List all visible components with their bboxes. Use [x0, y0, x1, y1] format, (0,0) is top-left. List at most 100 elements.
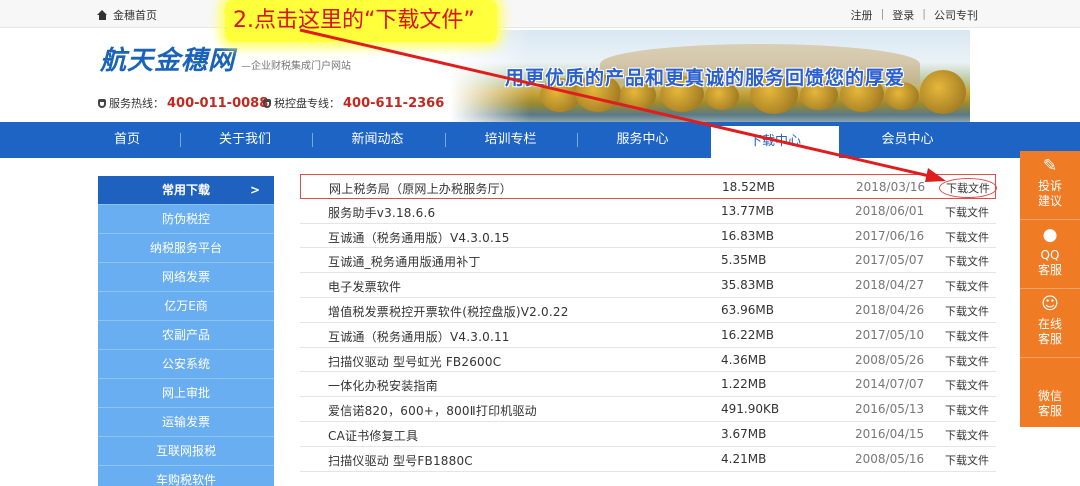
file-name[interactable]: 扫描仪驱动 型号FB1880C: [328, 452, 473, 469]
separator: |: [880, 7, 885, 20]
file-name[interactable]: CA证书修复工具: [328, 427, 418, 444]
register-link[interactable]: 注册: [851, 7, 873, 23]
float-divider: [1020, 357, 1080, 358]
nav-separator: [577, 133, 578, 147]
nav-about[interactable]: 关于我们: [195, 122, 295, 158]
site-logo[interactable]: 航天金穗网 —企业财税集成门户网站: [100, 40, 351, 77]
headset-icon: ☺: [1041, 294, 1059, 314]
file-name[interactable]: 增值税发票税控开票软件(税控盘版)V2.0.22: [328, 303, 569, 320]
file-size: 16.83MB: [721, 228, 774, 243]
service-hotline: 服务热线： 400-011-0088: [98, 95, 268, 111]
nav-download-center[interactable]: 下载中心: [711, 126, 839, 158]
tax-hotline-label: 税控盘专线：: [274, 97, 340, 110]
file-name[interactable]: 爱信诺820，600+，800Ⅱ打印机驱动: [328, 402, 537, 419]
company-journal-link[interactable]: 公司专刊: [934, 7, 978, 23]
sidebar-item-label: 常用下载: [161, 183, 210, 197]
file-date: 2018/04/27: [855, 278, 925, 293]
banner-slogan: 用更优质的产品和更真诚的服务回馈您的厚爱: [505, 67, 906, 89]
download-row: 互诚通（税务通用版）V4.3.0.11 16.22MB 2017/05/10 下…: [300, 323, 996, 348]
sidebar-item-online-approval[interactable]: 网上审批: [98, 379, 274, 408]
sidebar-item-vehicle-tax-software[interactable]: 车购税软件: [98, 466, 274, 486]
sidebar-item-agri-products[interactable]: 农副产品: [98, 321, 274, 350]
sidebar-item-public-security[interactable]: 公安系统: [98, 350, 274, 379]
hotline-number: 400-011-0088: [167, 95, 269, 111]
home-link-label: 金穗首页: [113, 9, 157, 22]
float-divider: [1020, 219, 1080, 220]
nav-member-center[interactable]: 会员中心: [860, 122, 955, 158]
file-size: 4.21MB: [721, 451, 767, 466]
file-date: 2017/05/10: [855, 327, 925, 342]
download-row: 网上税务局（原网上办税服务厅） 18.52MB 2018/03/16 下载文件: [300, 174, 997, 199]
edit-icon: ✎: [1042, 156, 1058, 176]
file-date: 2017/06/16: [855, 228, 925, 243]
download-file-link[interactable]: 下载文件: [945, 328, 989, 344]
nav-news[interactable]: 新闻动态: [330, 122, 425, 158]
file-name[interactable]: 扫描仪驱动 型号虹光 FB2600C: [328, 353, 501, 370]
sidebar-item-transport-invoice[interactable]: 运输发票: [98, 408, 274, 437]
logo-name: 航天金穗网: [100, 46, 236, 76]
file-date: 2014/07/07: [855, 377, 925, 392]
chevron-right-icon: >: [249, 183, 260, 197]
download-file-link[interactable]: 下载文件: [946, 180, 990, 196]
download-file-link[interactable]: 下载文件: [945, 229, 989, 245]
penguin-icon: ●: [1042, 225, 1058, 245]
download-file-link[interactable]: 下载文件: [945, 303, 989, 319]
download-file-link[interactable]: 下载文件: [945, 253, 989, 269]
download-row: 电子发票软件 35.83MB 2018/04/27 下载文件: [300, 273, 996, 298]
nav-home[interactable]: 首页: [92, 122, 162, 158]
download-file-link[interactable]: 下载文件: [945, 427, 989, 443]
nav-separator: [445, 133, 446, 147]
sidebar-item-yiwan-e-business[interactable]: 亿万E商: [98, 292, 274, 321]
file-name[interactable]: 网上税务局（原网上办税服务厅）: [329, 180, 512, 197]
phone-icon: [263, 98, 271, 108]
file-date: 2018/04/26: [855, 302, 925, 317]
download-file-link[interactable]: 下载文件: [945, 452, 989, 468]
download-file-link[interactable]: 下载文件: [945, 377, 989, 393]
file-name[interactable]: 一体化办税安装指南: [328, 377, 438, 394]
download-file-link[interactable]: 下载文件: [945, 402, 989, 418]
suggestion-label: 建议: [1037, 194, 1062, 208]
download-row: 扫描仪驱动 型号虹光 FB2600C 4.36MB 2008/05/26 下载文…: [300, 348, 996, 373]
file-size: 5.35MB: [721, 253, 767, 268]
file-date: 2016/05/13: [855, 402, 925, 417]
login-link[interactable]: 登录: [892, 7, 914, 23]
qq-service-button[interactable]: ● QQ 客服: [1020, 226, 1080, 278]
download-row: 互诚通_税务通用版通用补丁 5.35MB 2017/05/07 下载文件: [300, 248, 996, 274]
sidebar-item-anti-counterfeit[interactable]: 防伪税控: [98, 205, 274, 234]
wechat-label: 微信: [1037, 389, 1062, 403]
qq-label: QQ: [1040, 248, 1060, 262]
complaint-suggestion-button[interactable]: ✎ 投诉 建议: [1020, 157, 1080, 209]
separator: |: [922, 7, 926, 20]
sidebar-item-online-invoice[interactable]: 网络发票: [98, 263, 274, 292]
sidebar-item-internet-tax-filing[interactable]: 互联网报税: [98, 437, 274, 466]
file-name[interactable]: 互诚通（税务通用版）V4.3.0.15: [328, 229, 510, 246]
file-size: 4.36MB: [721, 352, 767, 367]
qq-service-label: 客服: [1037, 263, 1062, 277]
file-size: 18.52MB: [722, 180, 775, 194]
home-link[interactable]: 金穗首页: [97, 7, 157, 23]
download-row: CA证书修复工具 3.67MB 2016/04/15 下载文件: [300, 422, 996, 447]
sidebar-item-tax-service-platform[interactable]: 纳税服务平台: [98, 234, 274, 263]
nav-service-center[interactable]: 服务中心: [595, 122, 690, 158]
online-service-label: 客服: [1037, 332, 1062, 346]
sidebar-item-common[interactable]: 常用下载 >: [98, 176, 274, 205]
file-name[interactable]: 互诚通_税务通用版通用补丁: [328, 253, 481, 270]
download-file-link[interactable]: 下载文件: [945, 278, 989, 294]
file-date: 2016/04/15: [855, 426, 925, 441]
download-row: 爱信诺820，600+，800Ⅱ打印机驱动 491.90KB 2016/05/1…: [300, 397, 996, 422]
nav-separator: [312, 133, 313, 147]
phone-icon: [98, 98, 106, 108]
file-name[interactable]: 互诚通（税务通用版）V4.3.0.11: [328, 328, 510, 345]
float-divider: [1020, 288, 1080, 289]
file-name[interactable]: 电子发票软件: [328, 278, 401, 295]
tax-hotline-number: 400-611-2366: [343, 95, 445, 111]
nav-training[interactable]: 培训专栏: [463, 122, 558, 158]
download-category-sidebar: 常用下载 > 防伪税控 纳税服务平台 网络发票 亿万E商 农副产品 公安系统 网…: [98, 176, 274, 486]
file-name[interactable]: 服务助手v3.18.6.6: [328, 204, 435, 221]
download-file-link[interactable]: 下载文件: [945, 353, 989, 369]
online-service-button[interactable]: ☺ 在线 客服: [1020, 295, 1080, 347]
file-date: 2008/05/16: [855, 451, 925, 466]
nav-separator: [180, 133, 181, 147]
wechat-service-button[interactable]: 微信 客服: [1020, 389, 1080, 419]
download-file-link[interactable]: 下载文件: [945, 204, 989, 220]
